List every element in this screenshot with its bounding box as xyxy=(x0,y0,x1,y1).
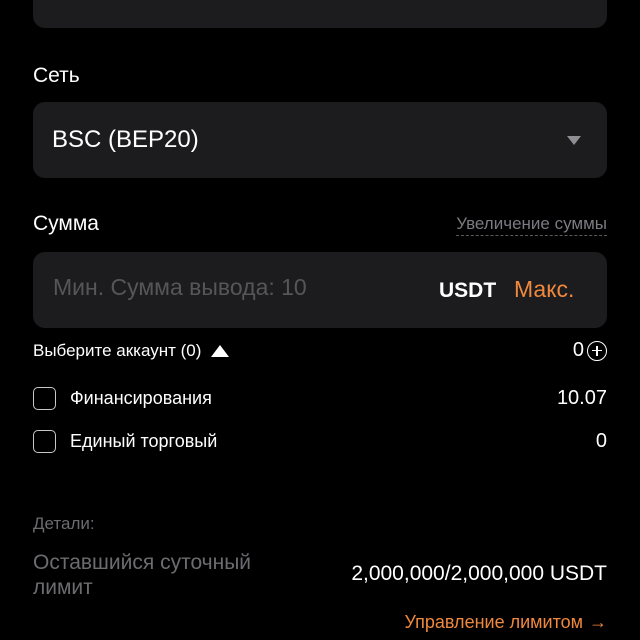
plus-circle-icon[interactable] xyxy=(587,340,607,361)
manage-limit-label: Управление лимитом xyxy=(404,612,583,632)
account-total-value: 0 xyxy=(572,339,584,361)
currency-label: USDT xyxy=(439,279,497,302)
network-label: Сеть xyxy=(33,64,80,87)
increase-amount-link[interactable]: Увеличение суммы xyxy=(456,214,607,236)
daily-limit-value: 2,000,000/2,000,000 USDT xyxy=(351,562,607,585)
funding-checkbox[interactable] xyxy=(33,386,56,410)
daily-limit-label: Оставшийся суточный лимит xyxy=(33,551,252,599)
amount-input[interactable] xyxy=(53,274,373,301)
select-account-label: Выберите аккаунт (0) xyxy=(33,341,202,360)
amount-field: USDT Макс. xyxy=(33,252,607,328)
network-value: BSC (BEP20) xyxy=(52,126,199,153)
account-balance: 0 xyxy=(595,429,607,452)
amount-label: Сумма xyxy=(33,212,99,235)
account-row-unified: Единый торговый 0 xyxy=(33,428,607,454)
network-select[interactable]: BSC (BEP20) xyxy=(33,102,607,178)
account-total: 0 xyxy=(573,339,607,362)
account-name: Единый торговый xyxy=(70,430,218,451)
details-label: Детали: xyxy=(33,514,95,533)
account-row-funding: Финансирования 10.07 xyxy=(33,385,607,411)
account-balance: 10.07 xyxy=(556,386,607,409)
chevron-down-icon xyxy=(567,136,581,145)
arrow-right-icon: → xyxy=(589,612,607,632)
triangle-up-icon xyxy=(211,345,230,357)
previous-field[interactable] xyxy=(33,0,607,28)
account-name: Финансирования xyxy=(70,387,212,408)
unified-checkbox[interactable] xyxy=(33,429,56,453)
max-button[interactable]: Макс. xyxy=(514,276,574,303)
manage-limit-link[interactable]: Управление лимитом → xyxy=(405,612,607,633)
account-selector[interactable]: Выберите аккаунт (0) xyxy=(33,341,230,361)
